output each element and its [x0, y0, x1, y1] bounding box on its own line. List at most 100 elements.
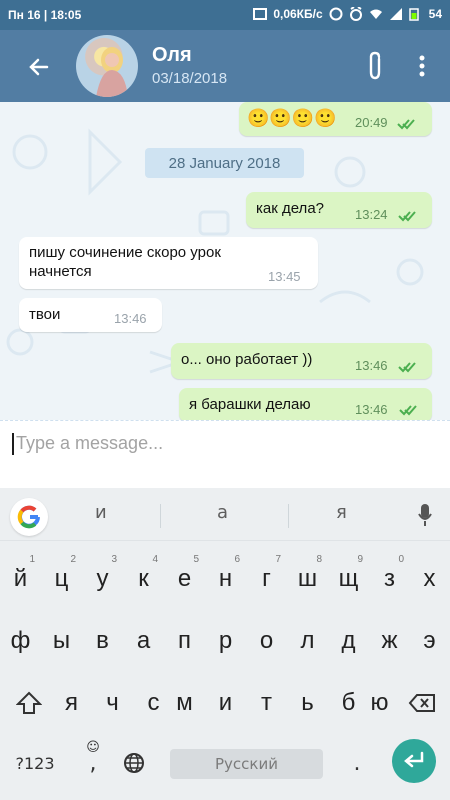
message-text: о... оно работает ))	[181, 351, 313, 368]
more-options-button[interactable]	[410, 48, 434, 84]
more-vert-icon	[419, 55, 425, 77]
message-input-bar[interactable]: Type a message...	[0, 420, 450, 489]
message-time: 13:46	[114, 311, 147, 326]
enter-arrow-icon	[404, 751, 424, 768]
google-g-icon	[17, 505, 40, 529]
period-key[interactable]: .	[342, 734, 372, 792]
key[interactable]: л	[287, 612, 328, 670]
key[interactable]: я	[51, 674, 92, 732]
key[interactable]: у3	[82, 550, 123, 608]
key[interactable]: х	[409, 550, 450, 608]
back-button[interactable]	[22, 50, 56, 84]
message-bubble-in[interactable]: пишу сочинение скоро урок начнется 13:45	[19, 237, 318, 289]
battery-icon	[408, 7, 423, 21]
double-check-icon	[398, 211, 416, 222]
status-bar: Пн 16 | 18:05 0,06КБ/с 54	[0, 0, 450, 30]
attach-button[interactable]	[360, 48, 390, 84]
emoji-hint-icon: ☺	[86, 740, 100, 755]
paperclip-icon	[369, 51, 381, 80]
status-right: 0,06КБ/с 54	[253, 6, 442, 21]
keyboard: и а я й1 ц2 у3 к4 е5 н6 г7 ш8 щ9 з0 х ф …	[0, 488, 450, 800]
key[interactable]: ч	[92, 674, 133, 732]
language-key[interactable]	[119, 734, 149, 792]
key[interactable]: м	[164, 674, 205, 732]
last-seen-date: 03/18/2018	[152, 70, 228, 87]
key[interactable]: ь	[287, 674, 328, 732]
contact-name[interactable]: Оля	[152, 44, 192, 67]
key[interactable]: т	[246, 674, 287, 732]
message-bubble-out[interactable]: о... оно работает )) 13:46	[171, 343, 432, 379]
suggestion-1[interactable]: и	[95, 502, 107, 523]
google-button[interactable]	[10, 498, 48, 536]
symbols-key[interactable]: ?123	[6, 734, 64, 792]
shift-icon	[16, 691, 42, 714]
key[interactable]: ы	[41, 612, 82, 670]
double-check-icon	[399, 405, 417, 416]
status-time: Пн 16 | 18:05	[8, 8, 82, 22]
keyboard-row-1: й1 ц2 у3 к4 е5 н6 г7 ш8 щ9 з0 х	[0, 550, 450, 608]
keyboard-row-3: я ч с м и т ь б ю	[0, 674, 450, 732]
key[interactable]: о	[246, 612, 287, 670]
key[interactable]: е5	[164, 550, 205, 608]
space-key[interactable]: Русский	[170, 749, 323, 779]
key[interactable]: и	[205, 674, 246, 732]
message-time: 20:49	[355, 115, 388, 130]
voice-input-button[interactable]	[412, 502, 438, 528]
key[interactable]: э	[409, 612, 450, 670]
key[interactable]: й1	[0, 550, 41, 608]
data-saver-icon	[329, 7, 343, 21]
message-text: я барашки делаю	[189, 396, 311, 413]
enter-button[interactable]	[392, 739, 436, 783]
message-time: 13:46	[355, 358, 388, 373]
double-check-icon	[398, 362, 416, 373]
key[interactable]: д	[328, 612, 369, 670]
divider	[288, 504, 289, 528]
key[interactable]: ж	[369, 612, 410, 670]
key[interactable]: р	[205, 612, 246, 670]
signal-icon	[389, 7, 403, 21]
message-text: пишу сочинение скоро урок начнется	[29, 244, 221, 280]
message-bubble-in[interactable]: твои 13:46	[19, 298, 162, 332]
key[interactable]: г7	[246, 550, 287, 608]
suggestion-3[interactable]: я	[336, 502, 347, 523]
key[interactable]: щ9	[328, 550, 369, 608]
message-emoji-text: 🙂🙂🙂🙂	[247, 108, 337, 128]
arrow-left-icon	[29, 58, 49, 76]
message-input[interactable]: Type a message...	[16, 433, 163, 454]
chat-header: Оля 03/18/2018	[0, 30, 450, 102]
key[interactable]: ю	[359, 674, 400, 732]
globe-icon	[124, 753, 144, 773]
key[interactable]: ф	[0, 612, 41, 670]
message-bubble-out[interactable]: как дела? 13:24	[246, 192, 432, 228]
date-chip: 28 January 2018	[145, 148, 304, 178]
backspace-key[interactable]	[402, 674, 442, 732]
message-bubble-out[interactable]: 🙂🙂🙂🙂 20:49	[239, 102, 432, 136]
suggestion-2[interactable]: а	[217, 502, 228, 523]
comma-key[interactable]: ☺ ,	[78, 734, 108, 792]
key[interactable]: п	[164, 612, 205, 670]
text-cursor	[12, 433, 14, 455]
message-bubble-out[interactable]: я барашки делаю 13:46	[179, 388, 432, 420]
key[interactable]: а	[123, 612, 164, 670]
message-text: как дела?	[256, 200, 324, 217]
key[interactable]: в	[82, 612, 123, 670]
message-time: 13:24	[355, 207, 388, 222]
keyboard-row-2: ф ы в а п р о л д ж э	[0, 612, 450, 670]
key[interactable]: з0	[369, 550, 410, 608]
key[interactable]: ш8	[287, 550, 328, 608]
message-text: твои	[29, 306, 61, 323]
message-time: 13:46	[355, 402, 388, 417]
network-speed: 0,06КБ/с	[273, 7, 323, 21]
key[interactable]: к4	[123, 550, 164, 608]
chat-area[interactable]: 🙂🙂🙂🙂 20:49 28 January 2018 как дела? 13:…	[0, 102, 450, 420]
wifi-icon	[369, 7, 383, 21]
message-time: 13:45	[268, 269, 301, 284]
key[interactable]: ц2	[41, 550, 82, 608]
double-check-icon	[397, 119, 415, 130]
avatar[interactable]	[76, 35, 138, 97]
shift-key[interactable]	[8, 674, 50, 732]
key[interactable]: н6	[205, 550, 246, 608]
mic-icon	[418, 504, 432, 526]
suggestion-strip: и а я	[0, 488, 450, 541]
battery-level: 54	[428, 7, 442, 21]
